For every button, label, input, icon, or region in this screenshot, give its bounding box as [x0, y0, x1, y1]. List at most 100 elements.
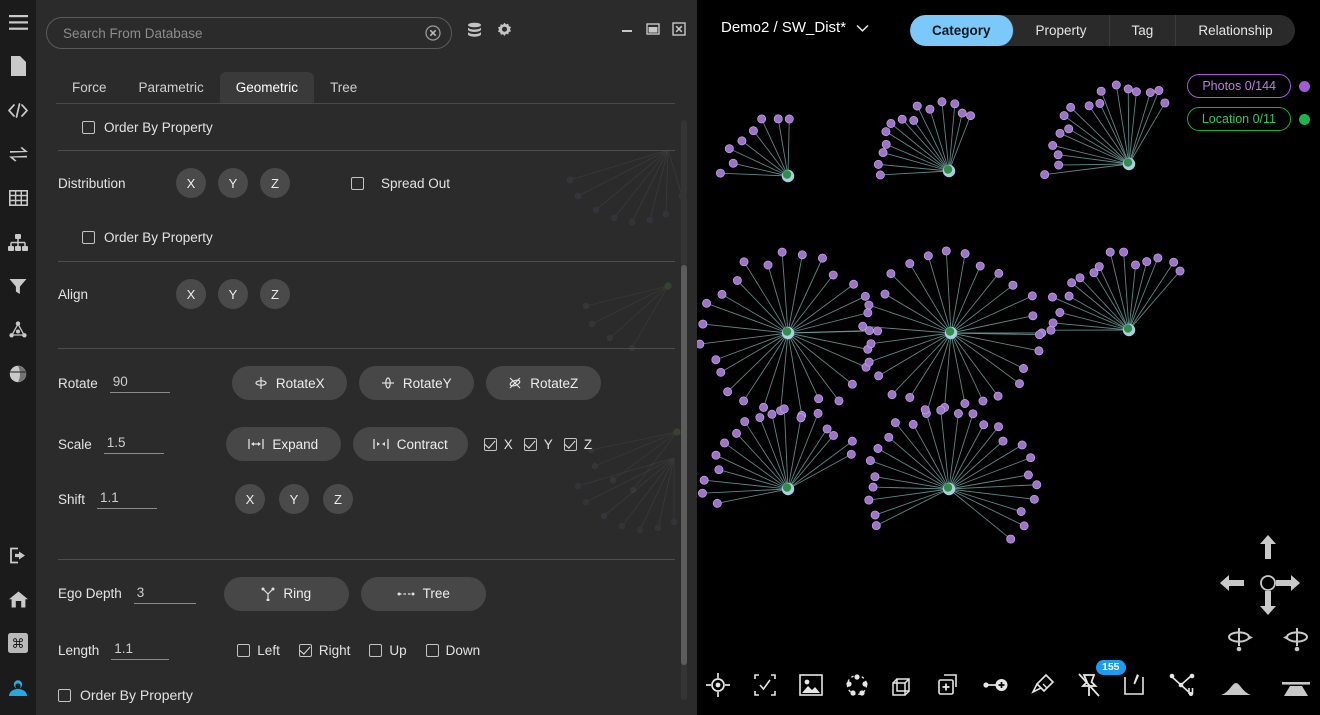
contract-button[interactable]: Contract [353, 427, 468, 461]
graph-node-leaf[interactable] [1055, 161, 1063, 169]
graph-node-leaf[interactable] [814, 409, 822, 417]
graph-node-leaf[interactable] [1097, 87, 1105, 95]
shift-z-button[interactable]: Z [323, 484, 353, 514]
tilt-down-button[interactable] [1220, 680, 1252, 705]
graph-node-leaf[interactable] [717, 368, 725, 376]
ego-depth-input[interactable] [134, 584, 196, 604]
graph-node-leaf[interactable] [732, 429, 740, 437]
graph-node-leaf[interactable] [994, 423, 1002, 431]
home-icon[interactable] [0, 577, 36, 621]
graph-node-leaf[interactable] [1056, 129, 1064, 137]
graph-node-leaf[interactable] [764, 261, 772, 269]
graph-node-leaf[interactable] [1065, 292, 1073, 300]
scale-x-checkbox[interactable]: X [484, 437, 513, 452]
graph-node-leaf[interactable] [1132, 88, 1140, 96]
graph-node-leaf[interactable] [715, 466, 723, 474]
image-icon[interactable] [799, 674, 823, 696]
graph-node-leaf[interactable] [1024, 471, 1032, 479]
graph-node-leaf[interactable] [729, 159, 737, 167]
scale-y-checkbox[interactable]: Y [524, 437, 553, 452]
graph-node-leaf[interactable] [961, 399, 969, 407]
graph-node-leaf[interactable] [1049, 141, 1057, 149]
graph-node-leaf[interactable] [835, 397, 843, 405]
graph-node-leaf[interactable] [888, 390, 896, 398]
graph-node-leaf[interactable] [1020, 522, 1028, 530]
graph-node-leaf[interactable] [1096, 99, 1104, 107]
expand-button[interactable]: Expand [226, 427, 341, 461]
graph-node-leaf[interactable] [906, 259, 914, 267]
graph-node-leaf[interactable] [869, 483, 877, 491]
shift-x-button[interactable]: X [235, 484, 265, 514]
ring-button[interactable]: Ring [224, 577, 349, 611]
menu-icon[interactable] [0, 0, 36, 44]
graph-node-leaf[interactable] [741, 417, 749, 425]
length-input[interactable] [111, 640, 169, 660]
graph-node-leaf[interactable] [969, 410, 977, 418]
graph-node-center[interactable] [1124, 324, 1132, 332]
gear-icon[interactable] [496, 22, 513, 44]
graph-node-leaf[interactable] [1033, 481, 1041, 489]
command-icon[interactable]: ⌘ [0, 621, 36, 665]
graph-node-leaf[interactable] [1060, 112, 1068, 120]
graph-node-leaf[interactable] [865, 496, 873, 504]
graph-node-leaf[interactable] [980, 421, 988, 429]
tab-geometric[interactable]: Geometric [220, 72, 314, 105]
graph-node-leaf[interactable] [865, 358, 873, 366]
graph-node-leaf[interactable] [865, 301, 873, 309]
scale-z-checkbox[interactable]: Z [564, 437, 592, 452]
graph-node-leaf[interactable] [1027, 454, 1035, 462]
align-x-button[interactable]: X [176, 279, 206, 309]
distribution-z-button[interactable]: Z [260, 168, 290, 198]
select-box-icon[interactable] [753, 673, 777, 697]
graph-node-leaf[interactable] [698, 489, 706, 497]
graph-node-leaf[interactable] [882, 140, 890, 148]
globe-icon[interactable] [0, 352, 36, 396]
database-icon[interactable] [466, 22, 483, 44]
graph-node-leaf[interactable] [850, 280, 858, 288]
graph-stage[interactable]: Demo2 / SW_Dist* Category Property Tag R… [697, 0, 1320, 715]
graph-node-leaf[interactable] [756, 413, 764, 421]
tab-parametric[interactable]: Parametric [123, 72, 220, 105]
network-icon[interactable] [0, 308, 36, 352]
graph-node-leaf[interactable] [1007, 535, 1015, 543]
graph-node-leaf[interactable] [875, 372, 883, 380]
graph-node-leaf[interactable] [1035, 347, 1043, 355]
graph-node-leaf[interactable] [874, 327, 882, 335]
graph-node-center[interactable] [944, 165, 952, 173]
graph-node-leaf[interactable] [924, 252, 932, 260]
spread-out-checkbox[interactable]: Spread Out [351, 176, 450, 191]
graph-node-leaf[interactable] [1009, 281, 1017, 289]
graph-node-leaf[interactable] [1030, 495, 1038, 503]
graph-node-leaf[interactable] [1155, 86, 1163, 94]
graph-node-leaf[interactable] [848, 380, 856, 388]
rotate-right-button[interactable] [1282, 626, 1312, 657]
graph-node-leaf[interactable] [867, 340, 875, 348]
rotate-input[interactable] [110, 373, 170, 393]
direction-right-checkbox[interactable]: Right [299, 643, 351, 658]
cluster-icon[interactable] [845, 673, 869, 697]
pan-down-button[interactable] [1258, 591, 1278, 620]
graph-node-leaf[interactable] [891, 419, 899, 427]
graph-node-leaf[interactable] [785, 115, 793, 123]
graph-node-center[interactable] [1124, 158, 1132, 166]
graph-node-leaf[interactable] [898, 115, 906, 123]
maximize-button[interactable] [644, 20, 661, 37]
exchange-icon[interactable] [0, 132, 36, 176]
graph-node-leaf[interactable] [740, 258, 748, 266]
graph-node-leaf[interactable] [1076, 274, 1084, 282]
pan-right-button[interactable] [1276, 573, 1300, 598]
graph-node-leaf[interactable] [1106, 248, 1114, 256]
graph-node-leaf[interactable] [979, 397, 987, 405]
graph-node-leaf[interactable] [861, 292, 869, 300]
graph-node-center[interactable] [783, 483, 791, 491]
graph-node-leaf[interactable] [926, 105, 934, 113]
graph-node-leaf[interactable] [780, 405, 788, 413]
graph-node-leaf[interactable] [699, 320, 707, 328]
graph-node-leaf[interactable] [818, 254, 826, 262]
graph-node-leaf[interactable] [1067, 279, 1075, 287]
order-by-property-checkbox-3[interactable]: Order By Property [58, 687, 193, 703]
graph-node-leaf[interactable] [1049, 319, 1057, 327]
graph-node-leaf[interactable] [1047, 326, 1055, 334]
graph-node-leaf[interactable] [1028, 292, 1036, 300]
graph-node-leaf[interactable] [885, 433, 893, 441]
